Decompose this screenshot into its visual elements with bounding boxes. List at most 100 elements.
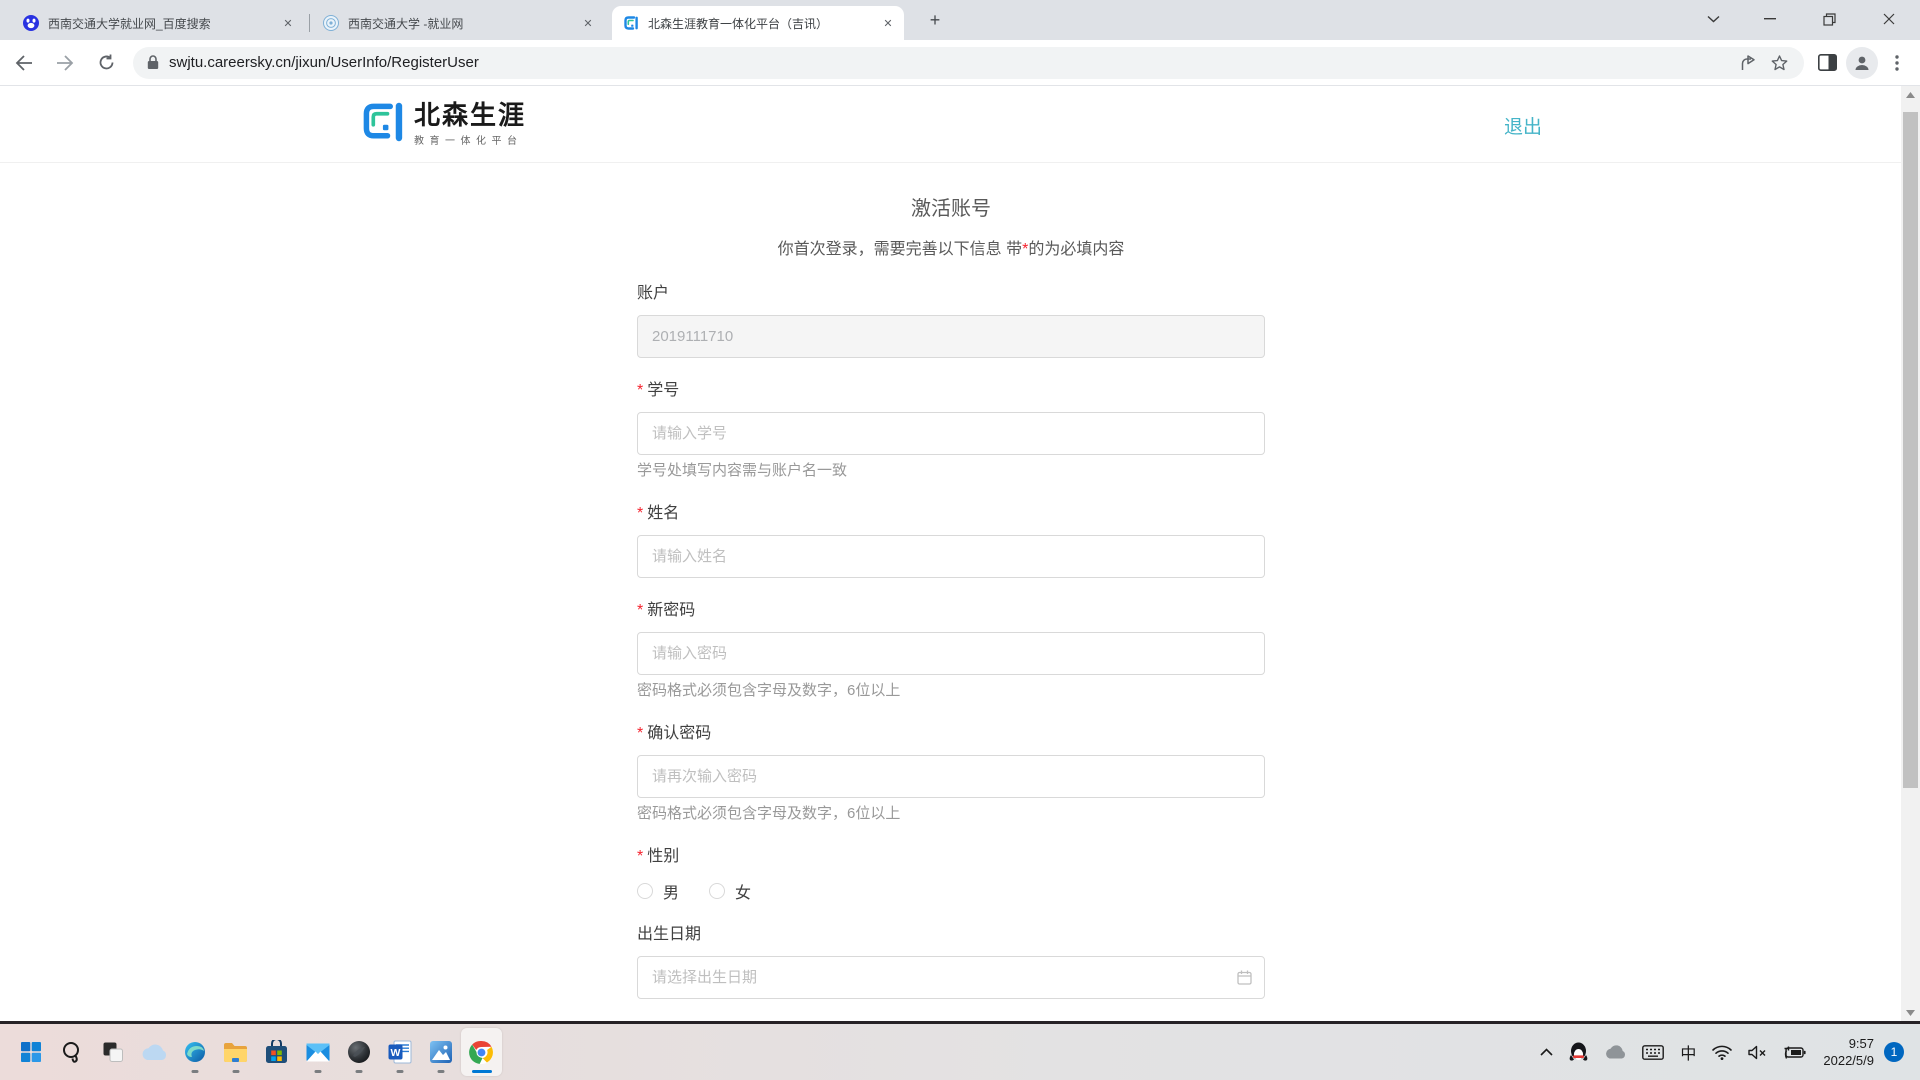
running-indicator <box>191 1070 198 1073</box>
photos-button[interactable] <box>420 1028 461 1076</box>
system-tray: 中 9:57 2022/5/9 1 <box>1533 1032 1920 1072</box>
touch-keyboard-icon[interactable] <box>1635 1032 1671 1072</box>
required-star: * <box>637 725 643 742</box>
start-button[interactable] <box>10 1028 51 1076</box>
mail-button[interactable] <box>297 1028 338 1076</box>
birth-date-picker <box>637 956 1265 999</box>
qq-icon[interactable] <box>1562 1032 1595 1072</box>
ime-language-indicator[interactable]: 中 <box>1673 1032 1703 1072</box>
logout-link[interactable]: 退出 <box>1504 112 1542 139</box>
hidden-icons-chevron-icon[interactable] <box>1533 1032 1560 1072</box>
svg-text:W: W <box>390 1047 400 1059</box>
reload-button[interactable] <box>89 46 123 80</box>
beisen-logo: 北森生涯 教育一体化平台 <box>360 100 526 147</box>
share-icon[interactable] <box>1734 48 1764 78</box>
store-button[interactable] <box>256 1028 297 1076</box>
address-bar[interactable]: swjtu.careersky.cn/jixun/UserInfo/Regist… <box>133 47 1804 79</box>
wifi-icon[interactable] <box>1705 1032 1739 1072</box>
birth-date-input[interactable] <box>637 956 1265 999</box>
window-restore-button[interactable] <box>1806 0 1852 38</box>
chrome-icon <box>469 1040 494 1065</box>
field-gender: *性别 男 女 <box>637 846 1265 902</box>
clock-date: 2022/5/9 <box>1823 1052 1874 1069</box>
scroll-up-arrow-icon[interactable] <box>1901 86 1920 103</box>
window-close-button[interactable] <box>1866 0 1912 38</box>
tab-close-icon[interactable]: ✕ <box>880 15 896 31</box>
tab-separator <box>309 14 310 32</box>
tab-close-icon[interactable]: ✕ <box>580 15 596 31</box>
notification-badge[interactable]: 1 <box>1884 1042 1904 1062</box>
tab-swjtu-jobs[interactable]: 西南交通大学 -就业网 ✕ <box>312 6 604 40</box>
field-name: *姓名 <box>637 503 1265 578</box>
baidu-favicon-icon <box>23 15 39 31</box>
tab-beisen-platform-active[interactable]: 北森生涯教育一体化平台（吉讯） ✕ <box>612 6 904 40</box>
radio-circle-icon[interactable] <box>637 883 653 899</box>
field-birth-date: 出生日期 <box>637 924 1265 999</box>
taskbar-apps: W <box>0 1028 502 1076</box>
new-password-input[interactable] <box>637 632 1265 675</box>
browser-toolbar: swjtu.careersky.cn/jixun/UserInfo/Regist… <box>0 40 1920 86</box>
media-player-button[interactable] <box>338 1028 379 1076</box>
chrome-button-active[interactable] <box>461 1028 502 1076</box>
name-input[interactable] <box>637 535 1265 578</box>
new-tab-button[interactable]: + <box>921 6 949 34</box>
tab-close-icon[interactable]: ✕ <box>280 15 296 31</box>
student-id-input[interactable] <box>637 412 1265 455</box>
calendar-icon[interactable] <box>1237 970 1252 985</box>
side-panel-icon[interactable] <box>1812 48 1842 78</box>
account-input <box>637 315 1265 358</box>
forward-button[interactable] <box>48 46 82 80</box>
menu-dots-icon[interactable] <box>1882 48 1912 78</box>
swjtu-favicon-icon <box>323 15 339 31</box>
beisen-favicon-icon <box>623 15 639 31</box>
window-minimize-button[interactable] <box>1747 0 1793 38</box>
profile-avatar-icon[interactable] <box>1846 47 1878 79</box>
confirm-password-input[interactable] <box>637 755 1265 798</box>
running-indicator <box>314 1070 321 1073</box>
required-star: * <box>637 602 643 619</box>
tab-baidu-search[interactable]: 西南交通大学就业网_百度搜索 ✕ <box>12 6 304 40</box>
media-player-icon <box>347 1040 371 1064</box>
tab-title: 北森生涯教育一体化平台（吉讯） <box>648 15 871 32</box>
battery-charging-icon[interactable] <box>1776 1032 1813 1072</box>
tab-search-chevron-icon[interactable] <box>1690 0 1736 38</box>
tab-title: 西南交通大学就业网_百度搜索 <box>48 15 271 32</box>
new-password-hint: 密码格式必须包含字母及数字，6位以上 <box>637 681 1265 701</box>
url-text: swjtu.careersky.cn/jixun/UserInfo/Regist… <box>169 54 1734 71</box>
active-app-indicator <box>472 1070 492 1073</box>
page-content: 北森生涯 教育一体化平台 退出 激活账号 你首次登录，需要完善以下信息 带*的为… <box>0 86 1920 1021</box>
page-scrollbar[interactable] <box>1901 86 1920 1021</box>
edge-button[interactable] <box>174 1028 215 1076</box>
running-indicator <box>355 1070 362 1073</box>
gender-male-radio[interactable]: 男 <box>637 879 679 903</box>
volume-muted-icon[interactable] <box>1741 1032 1774 1072</box>
account-label: 账户 <box>637 283 1265 305</box>
task-view-button[interactable] <box>92 1028 133 1076</box>
field-new-password: *新密码 密码格式必须包含字母及数字，6位以上 <box>637 600 1265 701</box>
search-button[interactable] <box>51 1028 92 1076</box>
taskbar-clock[interactable]: 9:57 2022/5/9 <box>1815 1035 1880 1069</box>
bookmark-star-icon[interactable] <box>1764 48 1794 78</box>
file-explorer-button[interactable] <box>215 1028 256 1076</box>
back-button[interactable] <box>7 46 41 80</box>
radio-circle-icon[interactable] <box>709 883 725 899</box>
logo-subtitle: 教育一体化平台 <box>414 132 526 147</box>
required-star: * <box>637 382 643 399</box>
gender-male-label: 男 <box>663 879 679 903</box>
student-id-label: *学号 <box>637 380 1265 402</box>
running-indicator <box>232 1070 239 1073</box>
birth-date-label: 出生日期 <box>637 924 1265 946</box>
gender-female-radio[interactable]: 女 <box>709 879 751 903</box>
scroll-down-arrow-icon[interactable] <box>1901 1004 1920 1021</box>
student-id-hint: 学号处填写内容需与账户名一致 <box>637 461 1265 481</box>
file-explorer-icon <box>223 1042 248 1063</box>
edge-browser-icon <box>183 1040 207 1064</box>
beisen-logo-icon <box>360 100 404 144</box>
onedrive-cloud-icon[interactable] <box>1597 1032 1633 1072</box>
word-button[interactable]: W <box>379 1028 420 1076</box>
onedrive-button[interactable] <box>133 1028 174 1076</box>
word-icon: W <box>388 1040 412 1064</box>
confirm-password-label: *确认密码 <box>637 723 1265 745</box>
lock-icon <box>147 55 159 70</box>
scrollbar-thumb[interactable] <box>1903 112 1918 788</box>
